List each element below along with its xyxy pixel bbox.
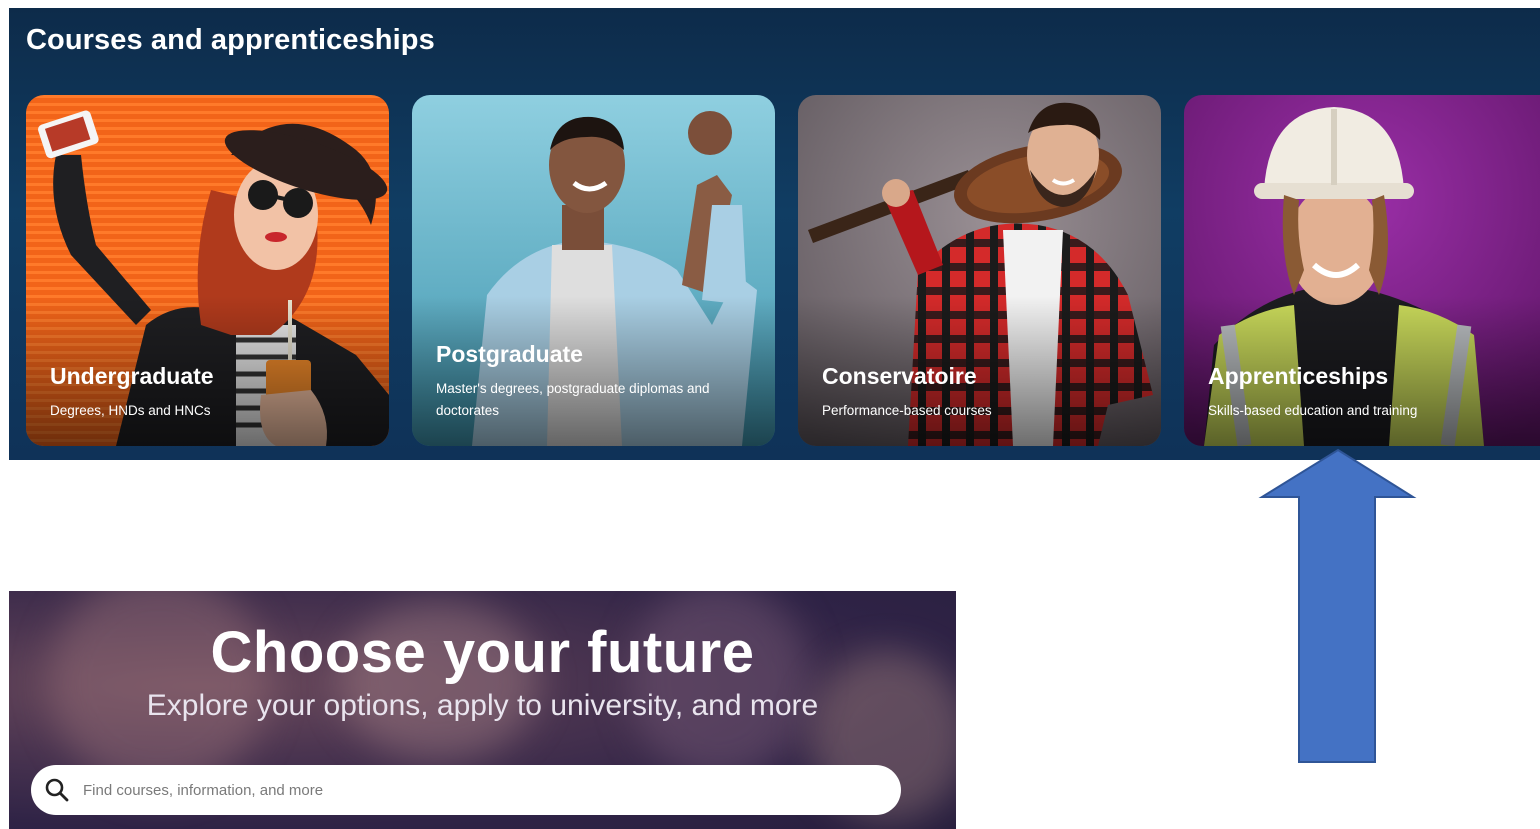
hero-subtitle: Explore your options, apply to universit…	[146, 689, 819, 722]
card-title: Postgraduate	[436, 341, 583, 367]
card-subtitle: Master's degrees, postgraduate diplomas …	[436, 381, 710, 418]
card-postgraduate[interactable]: Postgraduate Master's degrees, postgradu…	[412, 95, 775, 446]
banner-title: Courses and apprenticeships	[26, 24, 435, 56]
card-apprenticeships[interactable]: Apprenticeships Skills-based education a…	[1184, 95, 1540, 446]
card-title: Apprenticeships	[1208, 363, 1389, 389]
card-undergraduate[interactable]: Undergraduate Degrees, HNDs and HNCs	[26, 95, 389, 446]
card-subtitle: Performance-based courses	[822, 403, 992, 418]
courses-banner: Courses and apprenticeships Undergraduat…	[9, 8, 1540, 460]
card-title: Undergraduate	[50, 363, 214, 389]
card-subtitle: Degrees, HNDs and HNCs	[50, 403, 211, 418]
hero-title: Choose your future	[210, 620, 755, 685]
search-input[interactable]	[83, 770, 843, 810]
card-subtitle: Skills-based education and training	[1208, 403, 1418, 418]
search-icon[interactable]	[43, 776, 71, 804]
search-bar[interactable]	[31, 765, 901, 815]
card-conservatoire[interactable]: Conservatoire Performance-based courses	[798, 95, 1161, 446]
choose-your-future-hero: Choose your future Explore your options,…	[9, 591, 956, 829]
card-title: Conservatoire	[822, 363, 977, 389]
up-arrow-icon	[1258, 448, 1417, 763]
